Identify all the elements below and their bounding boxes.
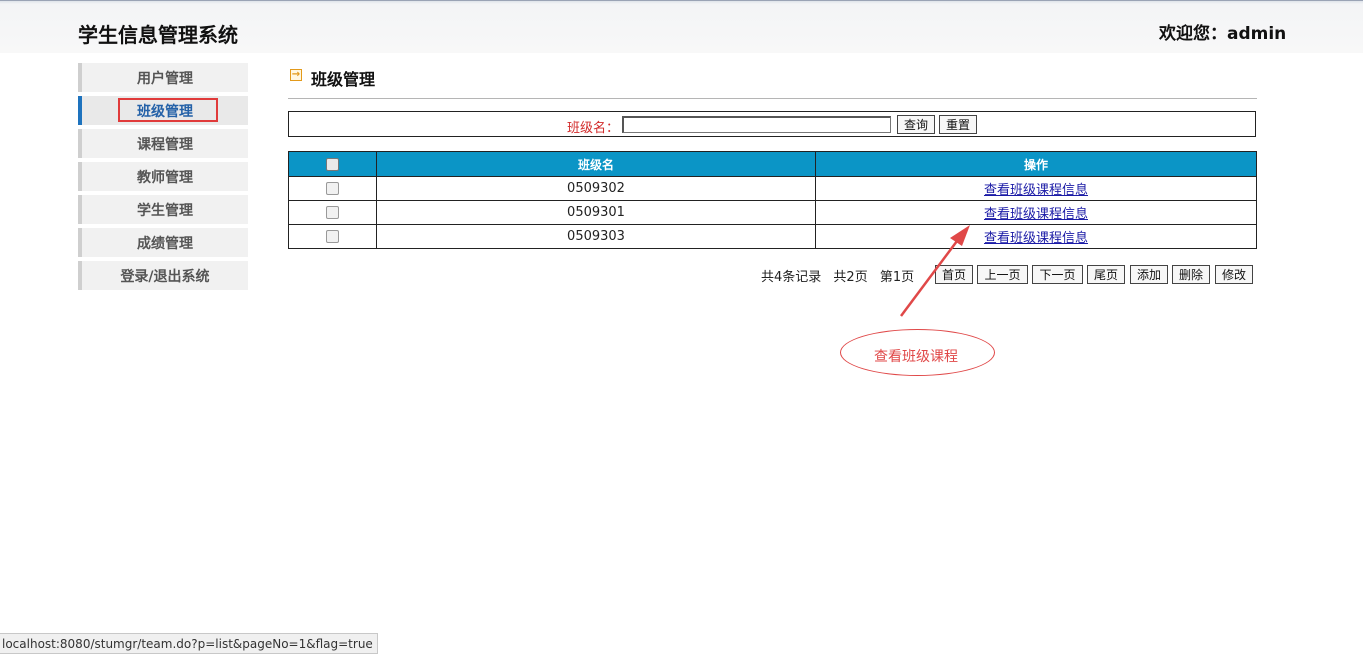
status-bar-url: localhost:8080/stumgr/team.do?p=list&pag… xyxy=(0,633,378,654)
annotation-arrow-head xyxy=(950,225,970,246)
annotation-arrow-shaft xyxy=(899,232,965,317)
annotation-arrow xyxy=(899,225,970,317)
annotation-text: 查看班级课程 xyxy=(874,349,958,365)
